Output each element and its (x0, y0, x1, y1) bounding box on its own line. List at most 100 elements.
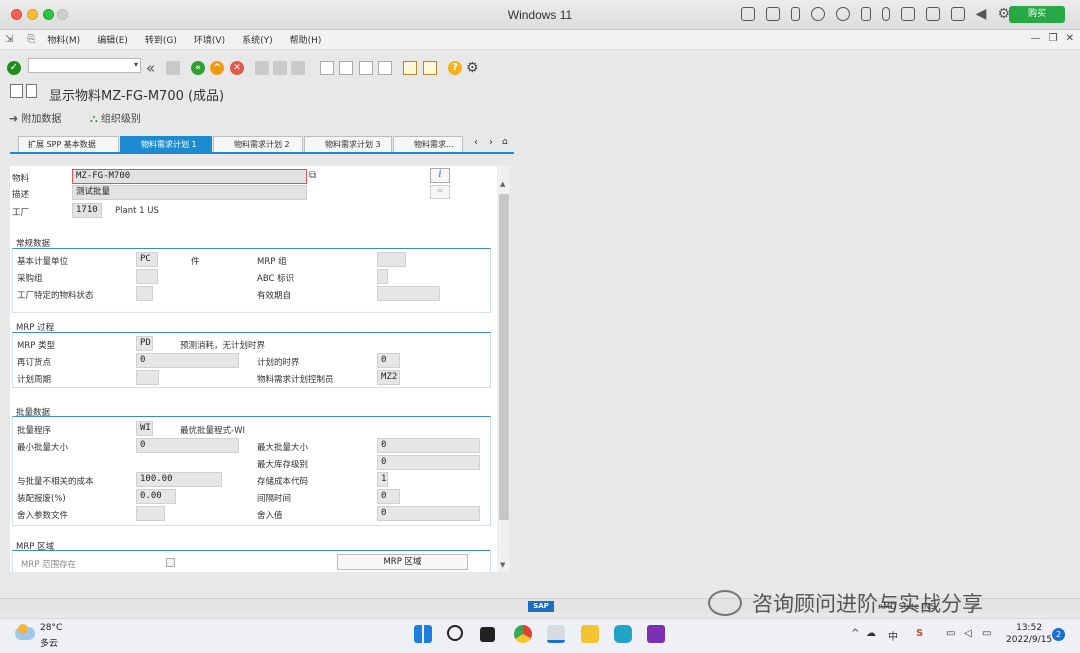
plant-status-field[interactable] (136, 286, 153, 301)
tab-scroll-left-icon[interactable]: ‹ (474, 137, 478, 148)
search-icon[interactable] (447, 625, 463, 641)
org-levels-button[interactable]: ⛬ 组织级别 (90, 110, 141, 126)
volume-icon[interactable]: ◁ (964, 628, 972, 639)
minimize-icon[interactable]: — (1031, 33, 1041, 44)
onedrive-cloud-icon[interactable]: ☁ (866, 628, 876, 639)
display-glasses-icon[interactable]: ∞ (430, 185, 450, 199)
onenote-icon[interactable] (647, 625, 665, 643)
sap-logon-icon[interactable] (547, 625, 565, 643)
tab-mrp1[interactable]: 物料需求计划 1 (120, 136, 212, 152)
last-page-icon[interactable] (378, 61, 392, 75)
menu-exit-icon[interactable]: ⇲ (5, 34, 13, 45)
taskbar-clock[interactable]: 13:52 2022/9/15 (1006, 622, 1052, 646)
shortcut-icon[interactable] (423, 61, 437, 75)
valid-from-field[interactable] (377, 286, 440, 301)
tab-spp-basic[interactable]: 扩展 SPP 基本数据 (18, 136, 119, 152)
max-lot-size-field[interactable]: 0 (377, 438, 480, 453)
mrp-group-field[interactable] (377, 252, 406, 267)
min-lot-size-field[interactable]: 0 (136, 438, 239, 453)
chevron-down-icon[interactable]: ▾ (134, 60, 138, 69)
save-icon[interactable] (166, 61, 180, 75)
menu-system[interactable]: 系统(Y) (242, 33, 273, 46)
folder-icon[interactable] (925, 7, 940, 21)
lot-procedure-field[interactable]: WI (136, 421, 153, 436)
previous-page-icon[interactable] (339, 61, 353, 75)
tab-list-icon[interactable]: ⌂ (502, 137, 508, 147)
menu-environment[interactable]: 环境(V) (194, 33, 225, 46)
task-view-icon[interactable] (480, 627, 495, 642)
tab-scroll-right-icon[interactable]: › (489, 137, 493, 148)
screenshot-icon[interactable] (950, 7, 965, 21)
mrp-area-button[interactable]: MRP 区域 (337, 554, 468, 570)
object-icon[interactable] (10, 84, 23, 98)
base-uom-field[interactable]: PC (136, 252, 158, 267)
sogou-icon[interactable]: S (916, 628, 923, 639)
enter-check-icon[interactable]: ✓ (7, 61, 21, 75)
menu-goto[interactable]: 转到(G) (145, 33, 177, 46)
assembly-scrap-field[interactable]: 0.00 (136, 489, 176, 504)
chrome-icon[interactable] (514, 625, 532, 643)
close-icon[interactable]: ✕ (1066, 33, 1074, 44)
mrp-type-field[interactable]: PD (136, 336, 153, 351)
takt-time-field[interactable]: 0 (377, 489, 400, 504)
weather-desc[interactable]: 多云 (40, 636, 58, 649)
reorder-point-field[interactable]: 0 (136, 353, 239, 368)
find-icon[interactable] (273, 61, 287, 75)
disk-icon[interactable] (900, 7, 915, 21)
rounding-value-field[interactable]: 0 (377, 506, 480, 521)
mrp-controller-field[interactable]: MZ2 (377, 370, 400, 385)
rounding-profile-field[interactable] (136, 506, 165, 521)
first-page-icon[interactable] (320, 61, 334, 75)
weather-temp[interactable]: 28°C (40, 623, 62, 633)
back-icon[interactable]: « (191, 61, 205, 75)
material-field[interactable]: MZ-FG-M700 (72, 169, 307, 184)
tab-mrp2[interactable]: 物料需求计划 2 (213, 136, 303, 152)
cancel-icon[interactable]: ✕ (230, 61, 244, 75)
menu-edit[interactable]: 编辑(E) (97, 33, 128, 46)
purchasing-group-field[interactable] (136, 269, 158, 284)
planning-cycle-field[interactable] (136, 370, 159, 385)
next-page-icon[interactable] (359, 61, 373, 75)
command-field[interactable]: ▾ (28, 58, 141, 73)
settings-gear-icon[interactable]: ⚙ (466, 61, 480, 75)
chip-icon[interactable] (765, 7, 780, 21)
help-icon[interactable]: ? (448, 61, 462, 75)
max-stock-level-field[interactable]: 0 (377, 455, 480, 470)
buy-button[interactable]: 购买 (1009, 6, 1065, 23)
fixed-cost-field[interactable]: 100.00 (136, 472, 222, 487)
file-explorer-icon[interactable] (581, 625, 599, 643)
time-fence-field[interactable]: 0 (377, 353, 400, 368)
chevron-up-icon[interactable]: ^ (851, 628, 859, 639)
mrp-area-exists-checkbox[interactable] (166, 558, 175, 567)
menu-help[interactable]: 帮助(H) (290, 33, 322, 46)
info-icon[interactable]: i (430, 168, 450, 183)
scrollbar-thumb[interactable] (499, 194, 509, 520)
ime-indicator[interactable]: 中 (888, 628, 898, 643)
new-session-icon[interactable] (403, 61, 417, 75)
print-icon[interactable] (255, 61, 269, 75)
scroll-down-icon[interactable]: ▼ (500, 561, 505, 569)
menu-customize-icon[interactable]: ⎘ (27, 34, 35, 45)
keyboard-icon[interactable] (740, 7, 755, 21)
document-icon[interactable] (26, 84, 37, 98)
storage-cost-field[interactable]: 1 (377, 472, 388, 487)
plant-field[interactable]: 1710 (72, 203, 102, 218)
menu-material[interactable]: 物料(M) (47, 33, 80, 46)
display-icon[interactable]: ▭ (946, 628, 955, 639)
description-field[interactable]: 测试批量 (72, 185, 307, 200)
scroll-up-icon[interactable]: ▲ (500, 180, 505, 188)
find-next-icon[interactable] (291, 61, 305, 75)
additional-data-button[interactable]: ➜ 附加数据 (9, 110, 61, 125)
globe-icon[interactable] (835, 7, 850, 21)
copy-icon[interactable]: ⧉ (309, 170, 316, 181)
speaker-icon[interactable] (860, 7, 871, 21)
tab-mrp3[interactable]: 物料需求计划 3 (304, 136, 392, 152)
usb-icon[interactable] (790, 7, 800, 21)
battery-icon[interactable]: ▭ (982, 628, 991, 639)
double-left-icon[interactable]: « (146, 61, 160, 76)
abc-indicator-field[interactable] (377, 269, 388, 284)
restore-icon[interactable]: ❐ (1049, 33, 1058, 44)
back-triangle-icon[interactable]: ◀ (976, 7, 987, 21)
notification-badge[interactable]: 2 (1052, 628, 1065, 641)
tab-mrp4[interactable]: 物料需求... (393, 136, 463, 152)
